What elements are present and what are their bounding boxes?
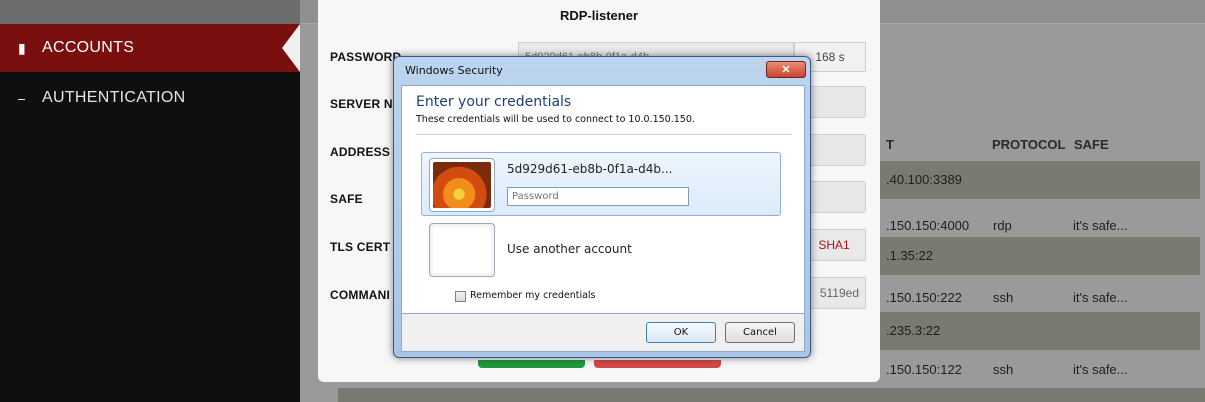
password-input[interactable] bbox=[507, 187, 689, 206]
cell-protocol: ssh bbox=[993, 362, 1014, 377]
use-another-account-option[interactable]: Use another account bbox=[507, 242, 632, 256]
close-icon[interactable]: ✕ bbox=[766, 61, 806, 78]
active-indicator bbox=[282, 24, 300, 72]
cell-address: .150.150:4000 bbox=[886, 218, 970, 233]
table-row[interactable] bbox=[338, 388, 1205, 402]
table-row[interactable]: .150.150:122 ssh it's safe... bbox=[880, 351, 1200, 389]
cell-address: .150.150:122 bbox=[886, 362, 962, 377]
credential-user-name: 5d929d61-eb8b-0f1a-d4b... bbox=[507, 162, 673, 176]
flower-avatar-icon bbox=[433, 162, 491, 208]
command-label: COMMANI bbox=[330, 288, 391, 302]
dialog-heading: Enter your credentials bbox=[416, 94, 572, 110]
cell-safe: it's safe... bbox=[1073, 362, 1128, 377]
cell-protocol: ssh bbox=[993, 290, 1014, 305]
cell-safe: it's safe... bbox=[1073, 290, 1128, 305]
table-header: T PROTOCOL SAFE bbox=[880, 132, 1200, 158]
sidebar-item-label: ACCOUNTS bbox=[42, 39, 135, 56]
cell-protocol: rdp bbox=[993, 218, 1012, 233]
remember-credentials-label[interactable]: Remember my credentials bbox=[470, 290, 596, 301]
key-icon: ⎯ bbox=[18, 89, 26, 106]
table-row[interactable]: .1.35:22 bbox=[880, 237, 1200, 275]
cell-address: .150.150:222 bbox=[886, 290, 962, 305]
cell-address: .1.35:22 bbox=[886, 248, 933, 263]
tls-cert-label: TLS CERT bbox=[330, 240, 391, 254]
windows-security-dialog: Windows Security ✕ Enter your credential… bbox=[393, 56, 811, 358]
dialog-subtext: These credentials will be used to connec… bbox=[416, 114, 695, 125]
table-row[interactable]: .235.3:22 bbox=[880, 312, 1200, 350]
dialog-body: Enter your credentials These credentials… bbox=[401, 85, 805, 314]
avatar bbox=[429, 158, 495, 212]
column-header-address: T bbox=[886, 137, 894, 152]
sidebar-header bbox=[0, 0, 300, 24]
book-icon: ▮ bbox=[18, 39, 27, 56]
dialog-footer: OK Cancel bbox=[401, 314, 805, 352]
cell-address: .235.3:22 bbox=[886, 323, 941, 338]
divider bbox=[416, 134, 792, 135]
dialog-title: Windows Security bbox=[405, 64, 503, 77]
cancel-button[interactable]: Cancel bbox=[725, 322, 795, 343]
cell-safe: it's safe... bbox=[1073, 218, 1128, 233]
column-header-safe: SAFE bbox=[1074, 137, 1109, 152]
sidebar-item-authentication[interactable]: ⎯ AUTHENTICATION bbox=[0, 74, 300, 122]
tls-cert-hash-badge: SHA1 bbox=[802, 229, 866, 261]
sidebar: ▮ ACCOUNTS ⎯ AUTHENTICATION bbox=[0, 0, 300, 402]
blank-avatar-icon[interactable] bbox=[429, 223, 495, 277]
server-name-label: SERVER N bbox=[330, 97, 393, 111]
cancel-modal-button[interactable] bbox=[594, 360, 721, 368]
ok-button[interactable]: OK bbox=[646, 322, 716, 343]
safe-label: SAFE bbox=[330, 192, 363, 206]
sidebar-item-label: AUTHENTICATION bbox=[42, 89, 186, 106]
column-header-protocol: PROTOCOL bbox=[992, 137, 1066, 152]
remember-credentials-checkbox[interactable] bbox=[455, 291, 466, 302]
cell-address: .40.100:3389 bbox=[886, 172, 962, 187]
sidebar-item-accounts[interactable]: ▮ ACCOUNTS bbox=[0, 24, 300, 72]
table-row[interactable]: .40.100:3389 bbox=[880, 161, 1200, 199]
modal-title: RDP-listener bbox=[559, 8, 639, 23]
connect-button[interactable] bbox=[478, 360, 585, 368]
password-label: PASSWORD bbox=[330, 50, 402, 64]
address-label: ADDRESS bbox=[330, 145, 391, 159]
